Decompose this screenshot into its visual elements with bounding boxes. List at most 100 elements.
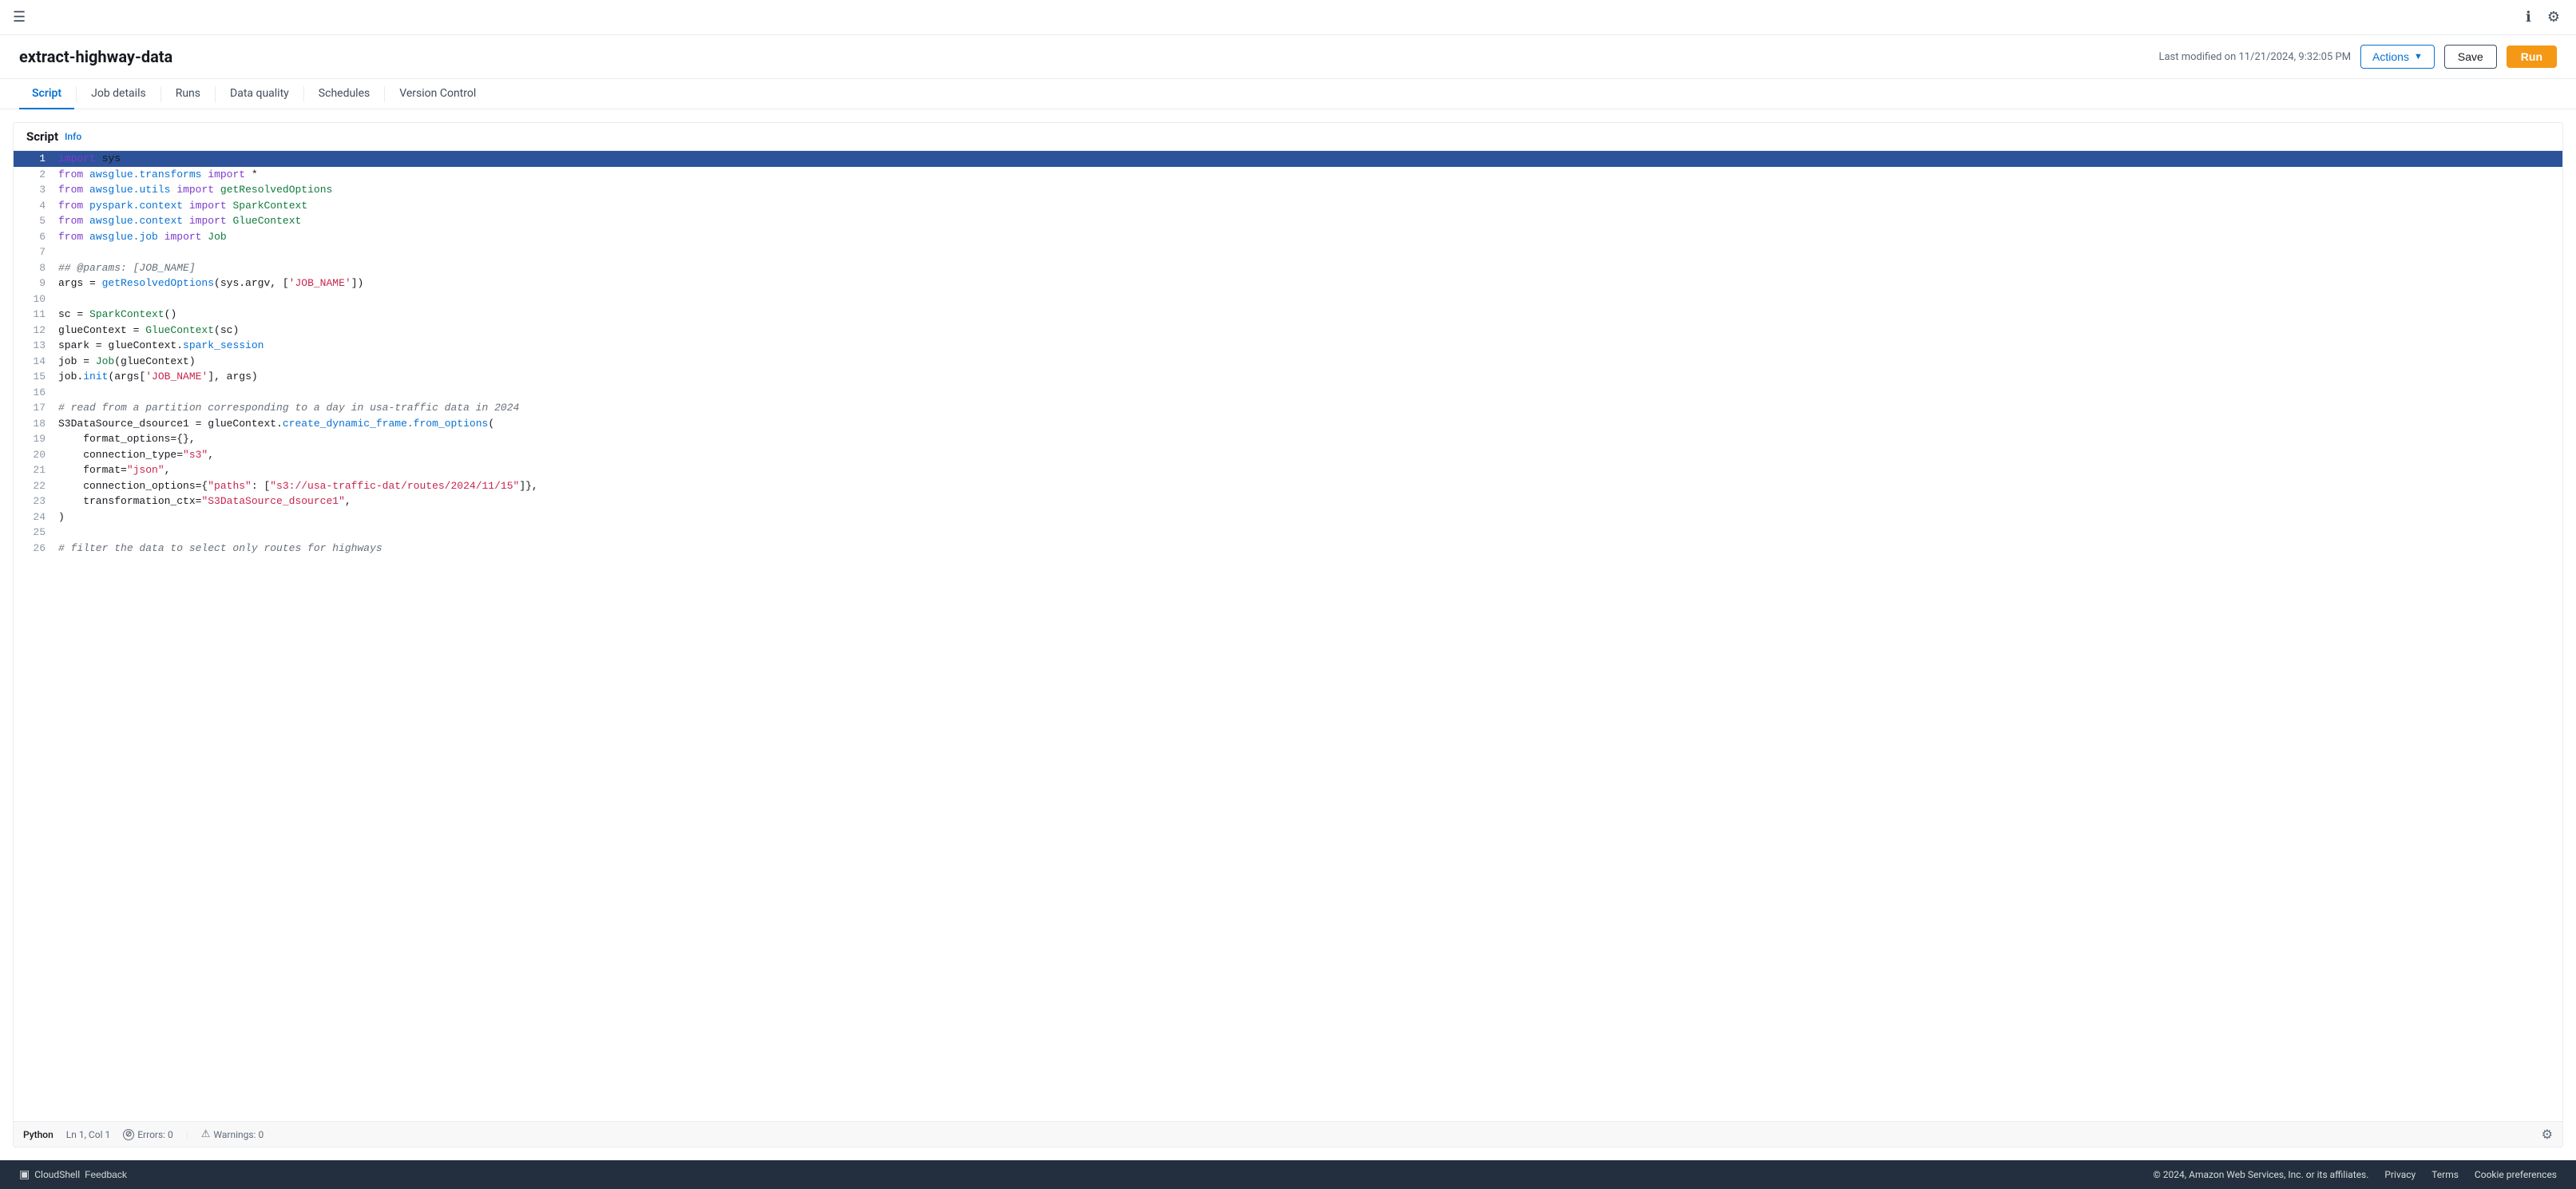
line-content-23: transformation_ctx="S3DataSource_dsource… bbox=[52, 493, 358, 509]
code-line-6: 6 from awsglue.job import Job bbox=[14, 229, 2562, 245]
tab-divider-3 bbox=[215, 86, 216, 102]
code-line-1: 1 import sys bbox=[14, 151, 2562, 167]
status-bar-left: Python Ln 1, Col 1 ⊘ Errors: 0 | ⚠ Warni… bbox=[23, 1128, 264, 1140]
code-line-20: 20 connection_type="s3", bbox=[14, 447, 2562, 463]
chevron-down-icon: ▼ bbox=[2414, 52, 2423, 61]
code-line-8: 8 ## @params: [JOB_NAME] bbox=[14, 260, 2562, 276]
status-bar-right: ⚙ bbox=[2542, 1127, 2553, 1142]
errors-indicator: ⊘ Errors: 0 bbox=[123, 1129, 173, 1140]
code-line-13: 13 spark = glueContext.spark_session bbox=[14, 338, 2562, 354]
code-line-2: 2 from awsglue.transforms import * bbox=[14, 167, 2562, 183]
line-content-26: # filter the data to select only routes … bbox=[52, 541, 389, 557]
code-line-17: 17 # read from a partition corresponding… bbox=[14, 400, 2562, 416]
line-content-5: from awsglue.context import GlueContext bbox=[52, 213, 307, 229]
line-number-20: 20 bbox=[14, 447, 52, 463]
line-content-1: import sys bbox=[52, 151, 127, 167]
save-button[interactable]: Save bbox=[2444, 45, 2497, 69]
warnings-label: Warnings: 0 bbox=[213, 1129, 264, 1140]
code-editor[interactable]: 1 import sys 2 from awsglue.transforms i… bbox=[14, 151, 2562, 1121]
line-content-24: ) bbox=[52, 509, 71, 525]
cookie-preferences-link[interactable]: Cookie preferences bbox=[2475, 1169, 2557, 1180]
line-number-10: 10 bbox=[14, 291, 52, 307]
errors-label: Errors: 0 bbox=[137, 1129, 173, 1140]
tab-runs[interactable]: Runs bbox=[163, 79, 213, 109]
editor-settings-icon[interactable]: ⚙ bbox=[2542, 1127, 2553, 1142]
line-number-12: 12 bbox=[14, 323, 52, 339]
tab-bar: Script Job details Runs Data quality Sch… bbox=[0, 79, 2576, 109]
tab-job-details[interactable]: Job details bbox=[78, 79, 159, 109]
line-content-21: format="json", bbox=[52, 462, 176, 478]
line-content-6: from awsglue.job import Job bbox=[52, 229, 233, 245]
tab-divider-4 bbox=[303, 86, 304, 102]
actions-label: Actions bbox=[2372, 50, 2409, 63]
line-number-22: 22 bbox=[14, 478, 52, 494]
line-content-14: job = Job(glueContext) bbox=[52, 354, 202, 370]
settings-icon-button[interactable]: ⚙ bbox=[2544, 6, 2563, 29]
hamburger-icon[interactable]: ☰ bbox=[13, 10, 26, 25]
code-line-16: 16 bbox=[14, 385, 2562, 401]
code-line-4: 4 from pyspark.context import SparkConte… bbox=[14, 198, 2562, 214]
job-header: extract-highway-data Last modified on 11… bbox=[0, 35, 2576, 79]
tab-script[interactable]: Script bbox=[19, 79, 74, 109]
footer-right: © 2024, Amazon Web Services, Inc. or its… bbox=[2153, 1169, 2557, 1180]
cloudshell-link[interactable]: CloudShell bbox=[34, 1169, 80, 1180]
line-content-11: sc = SparkContext() bbox=[52, 307, 183, 323]
line-content-12: glueContext = GlueContext(sc) bbox=[52, 323, 245, 339]
info-icon-button[interactable]: ℹ bbox=[2522, 6, 2534, 29]
line-number-5: 5 bbox=[14, 213, 52, 229]
actions-button[interactable]: Actions ▼ bbox=[2360, 45, 2435, 69]
privacy-link[interactable]: Privacy bbox=[2384, 1169, 2415, 1180]
code-line-10: 10 bbox=[14, 291, 2562, 307]
tab-data-quality[interactable]: Data quality bbox=[217, 79, 302, 109]
line-number-16: 16 bbox=[14, 385, 52, 401]
line-content-8: ## @params: [JOB_NAME] bbox=[52, 260, 202, 276]
line-number-21: 21 bbox=[14, 462, 52, 478]
line-content-19: format_options={}, bbox=[52, 431, 202, 447]
copyright-text: © 2024, Amazon Web Services, Inc. or its… bbox=[2153, 1169, 2368, 1180]
last-modified-text: Last modified on 11/21/2024, 9:32:05 PM bbox=[2158, 51, 2351, 63]
code-line-3: 3 from awsglue.utils import getResolvedO… bbox=[14, 182, 2562, 198]
line-number-1: 1 bbox=[14, 151, 52, 167]
job-title: extract-highway-data bbox=[19, 47, 172, 66]
code-line-24: 24 ) bbox=[14, 509, 2562, 525]
code-line-15: 15 job.init(args['JOB_NAME'], args) bbox=[14, 369, 2562, 385]
line-number-26: 26 bbox=[14, 541, 52, 557]
warnings-indicator: ⚠ Warnings: 0 bbox=[201, 1128, 264, 1140]
feedback-button[interactable]: Feedback bbox=[85, 1169, 127, 1180]
top-bar-right: ℹ ⚙ bbox=[2522, 6, 2563, 29]
top-bar-left: ☰ bbox=[13, 10, 26, 25]
line-number-4: 4 bbox=[14, 198, 52, 214]
tab-version-control[interactable]: Version Control bbox=[386, 79, 489, 109]
footer: ▣ CloudShell Feedback © 2024, Amazon Web… bbox=[0, 1160, 2576, 1189]
line-number-19: 19 bbox=[14, 431, 52, 447]
script-section: Script Info 1 import sys 2 from awsglue.… bbox=[13, 122, 2563, 1147]
script-info-badge[interactable]: Info bbox=[65, 131, 81, 142]
line-content-25 bbox=[52, 525, 71, 541]
line-content-18: S3DataSource_dsource1 = glueContext.crea… bbox=[52, 416, 501, 432]
code-line-7: 7 bbox=[14, 244, 2562, 260]
top-bar: ☰ ℹ ⚙ bbox=[0, 0, 2576, 35]
run-button[interactable]: Run bbox=[2507, 46, 2557, 68]
line-number-13: 13 bbox=[14, 338, 52, 354]
code-line-9: 9 args = getResolvedOptions(sys.argv, ['… bbox=[14, 275, 2562, 291]
code-line-26: 26 # filter the data to select only rout… bbox=[14, 541, 2562, 557]
code-line-5: 5 from awsglue.context import GlueContex… bbox=[14, 213, 2562, 229]
line-number-3: 3 bbox=[14, 182, 52, 198]
tab-divider-5 bbox=[384, 86, 385, 102]
code-line-14: 14 job = Job(glueContext) bbox=[14, 354, 2562, 370]
code-line-19: 19 format_options={}, bbox=[14, 431, 2562, 447]
tab-schedules[interactable]: Schedules bbox=[306, 79, 382, 109]
script-header: Script Info bbox=[14, 123, 2562, 151]
line-content-9: args = getResolvedOptions(sys.argv, ['JO… bbox=[52, 275, 370, 291]
error-circle-icon: ⊘ bbox=[123, 1129, 134, 1140]
line-content-13: spark = glueContext.spark_session bbox=[52, 338, 270, 354]
warning-triangle-icon: ⚠ bbox=[201, 1128, 211, 1140]
job-header-actions: Last modified on 11/21/2024, 9:32:05 PM … bbox=[2158, 45, 2557, 69]
terms-link[interactable]: Terms bbox=[2431, 1169, 2459, 1180]
script-section-title: Script bbox=[26, 129, 58, 144]
line-number-15: 15 bbox=[14, 369, 52, 385]
cloudshell-icon: ▣ bbox=[19, 1168, 30, 1181]
line-number-24: 24 bbox=[14, 509, 52, 525]
footer-left: ▣ CloudShell Feedback bbox=[19, 1168, 127, 1181]
line-number-25: 25 bbox=[14, 525, 52, 541]
